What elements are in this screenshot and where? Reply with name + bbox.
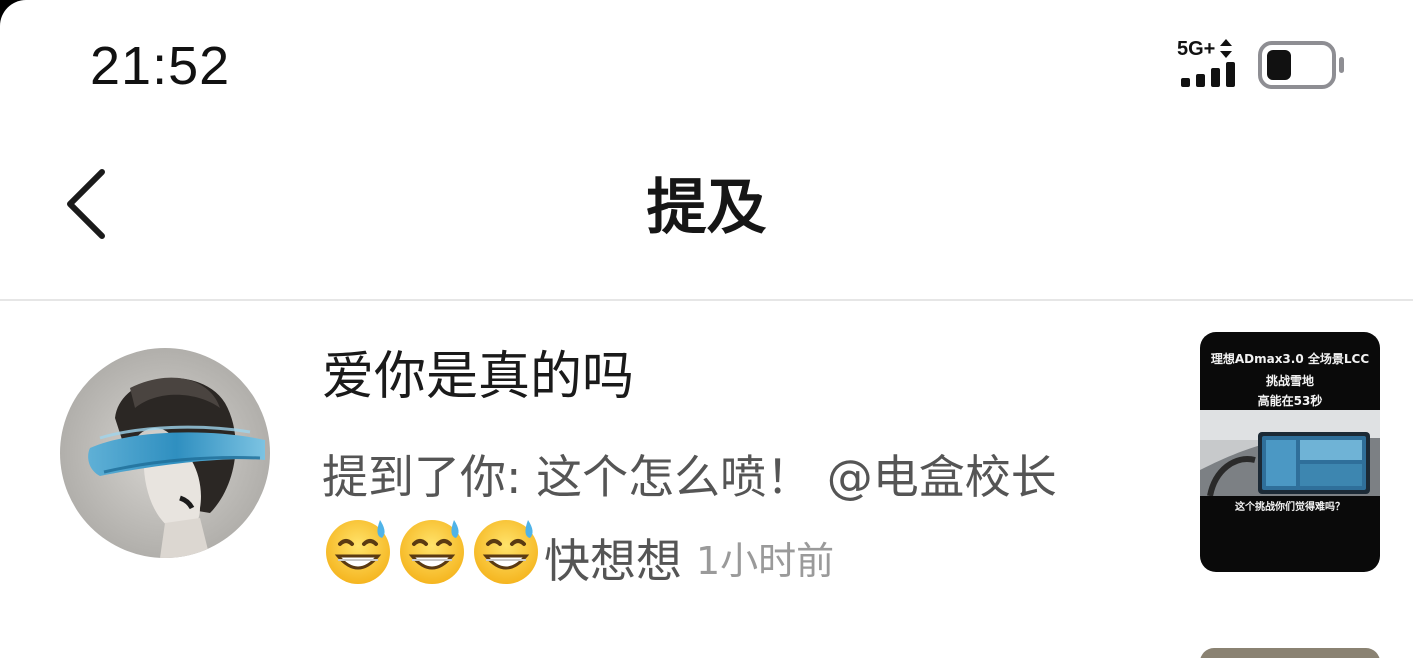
grinning-sweat-emoji	[400, 520, 464, 584]
data-arrows-icon	[1220, 39, 1232, 58]
grinning-sweat-emoji	[474, 520, 538, 584]
avatar-image	[60, 348, 270, 558]
mention-timestamp: 1小时前	[696, 538, 835, 583]
signal-strength-icon	[1181, 62, 1235, 87]
next-item-thumbnail[interactable]	[1200, 648, 1380, 658]
mention-message-text: 提到了你: 这个怎么喷！ @电盒校长	[322, 450, 1057, 504]
thumbnail-title-line2: 挑战雪地	[1265, 374, 1314, 388]
status-time: 21:52	[90, 36, 231, 96]
thumbnail-caption: 这个挑战你们觉得难吗？	[1235, 502, 1345, 513]
mention-message-suffix: 快想想	[544, 533, 682, 588]
mentions-screen: 21:52 5G+ 提及 爱你是真的吗 提到了你: 这个怎么喷！ @电盒校长 快…	[0, 0, 1413, 658]
thumbnail-title-line3: 高能在53秒	[1257, 394, 1323, 408]
mention-message[interactable]: 提到了你: 这个怎么喷！ @电盒校长 快想想 1小时前	[322, 440, 1172, 607]
network-type: 5G+	[1177, 38, 1216, 60]
mention-username[interactable]: 爱你是真的吗	[322, 340, 634, 414]
page-title: 提及	[646, 173, 767, 243]
video-thumbnail[interactable]: 理想ADmax3.0 全场景LCC 挑战雪地 高能在53秒 这个挑战你们觉得难吗…	[1200, 332, 1380, 572]
mention-message-tail: 快想想 1小时前	[322, 514, 1172, 607]
thumbnail-title-line1: 理想ADmax3.0 全场景LCC	[1210, 352, 1370, 366]
battery-icon	[1258, 41, 1344, 89]
thumbnail-scene	[1200, 410, 1380, 496]
grinning-sweat-emoji	[326, 520, 390, 584]
header-divider	[0, 299, 1413, 301]
avatar[interactable]	[60, 348, 270, 558]
emoji-group	[322, 514, 544, 607]
